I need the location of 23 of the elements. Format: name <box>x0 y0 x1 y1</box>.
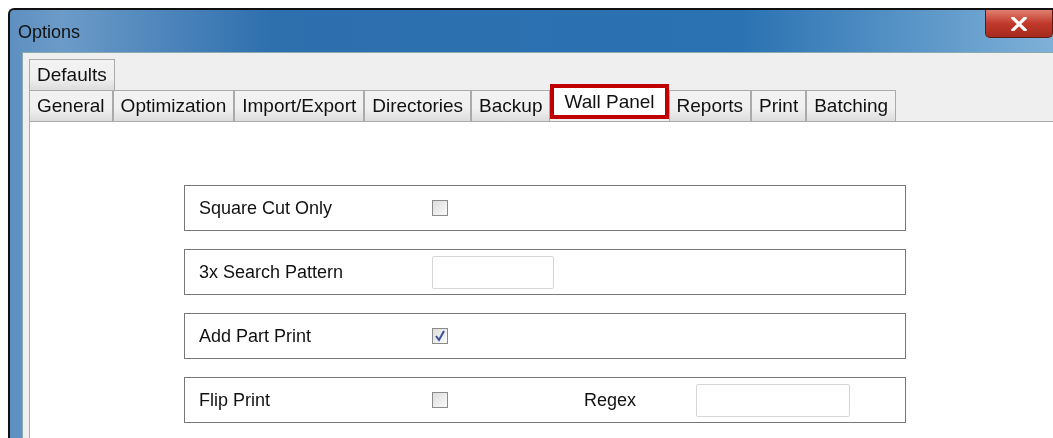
tab[interactable]: Backup <box>471 90 551 121</box>
tab[interactable]: General <box>29 90 113 121</box>
checkbox[interactable] <box>432 200 448 216</box>
tab[interactable]: Optimization <box>112 90 235 121</box>
tab[interactable]: Wall Panel <box>550 84 669 119</box>
tab[interactable]: Import/Export <box>234 90 365 121</box>
tab[interactable]: Batching <box>806 90 897 121</box>
window-title: Options <box>18 22 81 43</box>
tab[interactable]: Defaults <box>29 59 115 90</box>
tab[interactable]: Directories <box>364 90 472 121</box>
setting-label: Square Cut Only <box>198 197 334 219</box>
checkbox[interactable] <box>432 392 448 408</box>
tab[interactable]: Print <box>751 90 807 121</box>
close-button[interactable] <box>985 10 1053 38</box>
setting-label: Regex <box>584 389 638 411</box>
input-field[interactable] <box>432 255 554 289</box>
input-field[interactable] <box>696 383 850 417</box>
setting-label: Flip Print <box>198 389 271 411</box>
checkbox[interactable] <box>432 328 448 344</box>
tab[interactable]: Reports <box>668 90 752 121</box>
setting-label: 3x Search Pattern <box>198 261 345 283</box>
close-icon <box>1011 16 1027 31</box>
setting-label: Add Part Print <box>198 325 313 347</box>
